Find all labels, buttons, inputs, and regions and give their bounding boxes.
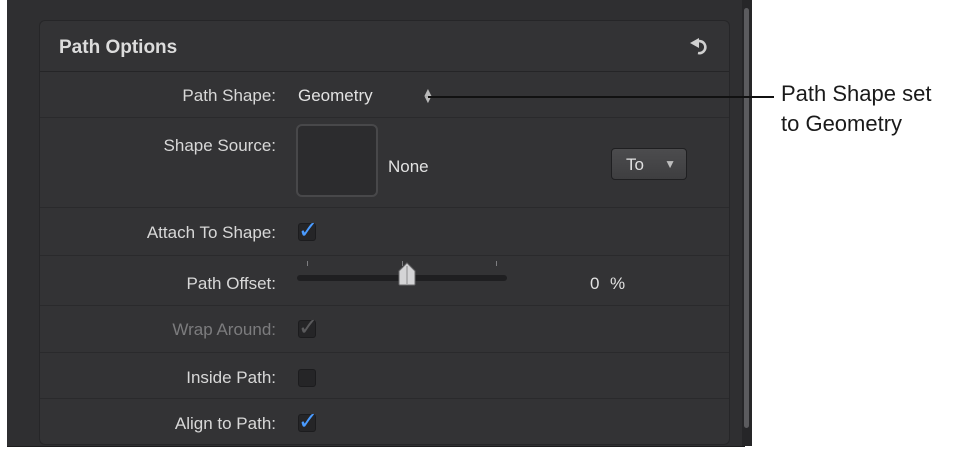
row-wrap-around: Wrap Around: ✓ — [40, 306, 729, 353]
row-inside-path: Inside Path: — [40, 353, 729, 399]
callout-line-2: to Geometry — [781, 111, 903, 136]
attach-to-shape-label: Attach To Shape: — [146, 223, 276, 242]
path-shape-value: Geometry — [298, 86, 373, 105]
path-offset-value[interactable]: 0 — [590, 274, 599, 294]
path-shape-popup[interactable]: Geometry ▲ ▼ — [298, 86, 438, 108]
to-button-label: To — [626, 155, 644, 174]
inspector-window: Path Options Path Shape: Geometry ▲ ▼ Sha… — [7, 0, 752, 447]
align-to-path-label: Align to Path: — [174, 414, 276, 433]
path-shape-label: Path Shape: — [182, 86, 276, 105]
check-icon: ✓ — [298, 407, 319, 435]
vertical-scrollbar[interactable] — [742, 0, 752, 446]
inside-path-label: Inside Path: — [186, 368, 276, 387]
attach-to-shape-checkbox[interactable]: ✓ — [298, 216, 318, 244]
callout-text: Path Shape set to Geometry — [781, 79, 931, 139]
scrollbar-thumb[interactable] — [744, 8, 749, 428]
wrap-around-checkbox: ✓ — [298, 313, 318, 341]
row-shape-source: Shape Source: None To ▼ — [40, 118, 729, 208]
shape-source-well[interactable] — [296, 124, 378, 197]
reset-icon[interactable] — [689, 35, 711, 57]
slider-tick — [496, 261, 497, 266]
callout-leader-line — [428, 96, 774, 98]
slider-tick — [307, 261, 308, 266]
path-offset-label: Path Offset: — [186, 274, 276, 293]
shape-source-value: None — [388, 157, 429, 176]
chevron-down-icon: ▼ — [664, 157, 676, 171]
row-path-offset: Path Offset: 0 % — [40, 256, 729, 306]
shape-source-label: Shape Source: — [163, 136, 276, 155]
slider-knob[interactable] — [398, 262, 416, 286]
wrap-around-label: Wrap Around: — [172, 320, 276, 339]
path-options-panel: Path Options Path Shape: Geometry ▲ ▼ Sha… — [39, 20, 730, 445]
inside-path-checkbox[interactable] — [298, 369, 316, 387]
row-align-to-path: Align to Path: ✓ — [40, 399, 729, 444]
row-path-shape: Path Shape: Geometry ▲ ▼ — [40, 72, 729, 118]
path-offset-unit: % — [610, 274, 626, 293]
panel-header: Path Options — [40, 21, 729, 72]
check-icon: ✓ — [298, 313, 319, 341]
panel-title: Path Options — [59, 37, 178, 58]
callout-line-1: Path Shape set — [781, 81, 932, 106]
to-dropdown-button[interactable]: To ▼ — [611, 148, 687, 180]
check-icon: ✓ — [298, 216, 319, 244]
align-to-path-checkbox[interactable]: ✓ — [298, 407, 318, 435]
row-attach-to-shape: Attach To Shape: ✓ — [40, 208, 729, 256]
